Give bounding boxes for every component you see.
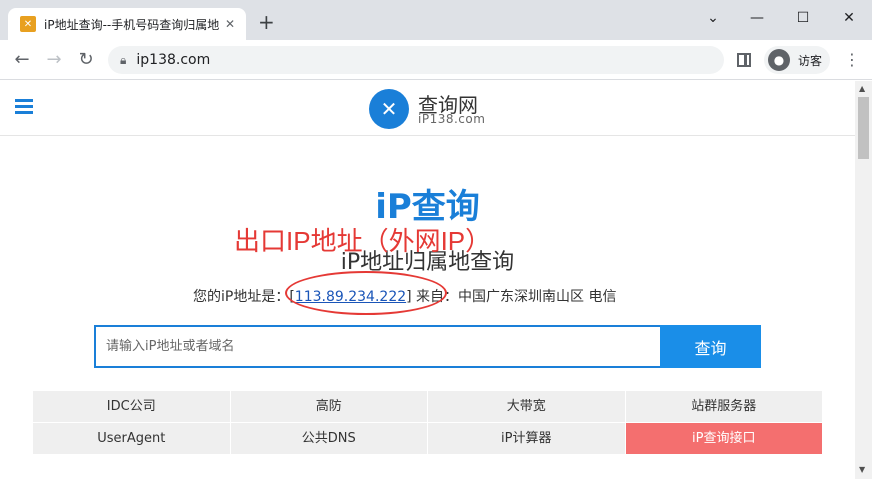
plus-icon[interactable]: + xyxy=(258,12,275,32)
link-idc[interactable]: IDC公司 xyxy=(33,391,231,423)
scroll-down-icon[interactable]: ▼ xyxy=(859,465,865,474)
window-close-icon[interactable]: ✕ xyxy=(826,6,872,30)
url-text: ip138.com xyxy=(136,52,211,68)
side-panel-icon[interactable] xyxy=(737,53,751,67)
red-annotation-label: 出口IP地址（外网IP） xyxy=(234,226,492,256)
browser-toolbar: ← → ↻ 🔒︎ ip138.com ● 访客 ⋮ xyxy=(0,40,872,80)
reload-icon[interactable]: ↻ xyxy=(74,48,98,72)
link-site-servers[interactable]: 站群服务器 xyxy=(625,391,822,423)
wrench-logo-icon[interactable]: ✕ xyxy=(369,89,409,129)
site-header: ✕ 查询网 iP138.com xyxy=(0,81,855,136)
address-bar[interactable]: 🔒︎ ip138.com xyxy=(108,46,724,74)
hamburger-menu-icon[interactable] xyxy=(15,99,33,115)
minimize-icon[interactable]: — xyxy=(734,6,780,30)
tab-title: iP地址查询--手机号码查询归属地 xyxy=(44,17,220,32)
site-favicon-icon: ✕ xyxy=(20,16,36,32)
grid-row: IDC公司 高防 大带宽 站群服务器 xyxy=(33,391,822,423)
search-form: 查询 xyxy=(94,325,761,368)
scroll-up-icon[interactable]: ▲ xyxy=(859,84,865,93)
chevron-down-icon[interactable]: ⌄ xyxy=(690,6,736,30)
maximize-icon[interactable]: ☐ xyxy=(780,6,826,30)
search-button[interactable]: 查询 xyxy=(660,325,761,368)
grid-row: UserAgent 公共DNS iP计算器 iP查询接口 xyxy=(33,423,822,455)
link-ip-calculator[interactable]: iP计算器 xyxy=(428,423,626,455)
back-arrow-icon[interactable]: ← xyxy=(10,48,34,72)
profile-label: 访客 xyxy=(798,53,823,68)
browser-titlebar: ✕ iP地址查询--手机号码查询归属地 ✕ + ⌄ — ☐ ✕ xyxy=(0,0,872,40)
link-useragent[interactable]: UserAgent xyxy=(33,423,231,455)
link-bandwidth[interactable]: 大带宽 xyxy=(428,391,626,423)
avatar-icon: ● xyxy=(768,49,790,71)
quick-links-grid: IDC公司 高防 大带宽 站群服务器 UserAgent 公共DNS iP计算器… xyxy=(33,391,822,455)
ip-prefix: 您的iP地址是：[ xyxy=(193,289,295,305)
page-scrollbar[interactable]: ▲ ▼ xyxy=(855,81,872,479)
profile-button[interactable]: ● 访客 xyxy=(764,46,830,74)
lock-icon: 🔒︎ xyxy=(120,52,127,67)
kebab-menu-icon[interactable]: ⋮ xyxy=(844,48,860,72)
close-icon[interactable]: ✕ xyxy=(222,16,238,32)
logo-domain[interactable]: iP138.com xyxy=(418,112,485,126)
red-highlight-ellipse xyxy=(285,271,447,315)
link-ddos[interactable]: 高防 xyxy=(230,391,428,423)
page-viewport: ✕ 查询网 iP138.com iP查询 iP地址归属地查询 出口IP地址（外网… xyxy=(0,81,872,479)
browser-tab[interactable]: ✕ iP地址查询--手机号码查询归属地 ✕ xyxy=(8,8,246,40)
search-input[interactable] xyxy=(94,325,660,368)
link-public-dns[interactable]: 公共DNS xyxy=(230,423,428,455)
forward-arrow-icon[interactable]: → xyxy=(42,48,66,72)
scroll-thumb[interactable] xyxy=(858,97,869,159)
link-ip-api[interactable]: iP查询接口 xyxy=(625,423,822,455)
